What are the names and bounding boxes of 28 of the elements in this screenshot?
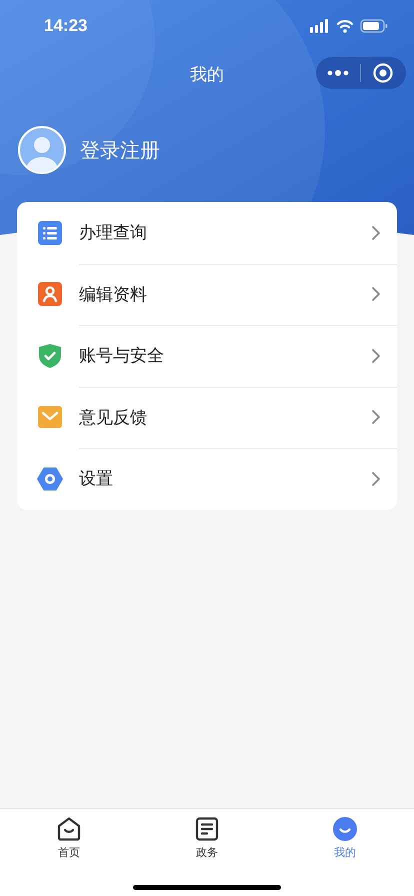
menu-item[interactable]: 设置 [17, 448, 397, 510]
chevron-right-icon [371, 224, 381, 241]
envelope-icon [38, 406, 62, 428]
signal-icon [310, 19, 330, 33]
tab[interactable]: 首页 [57, 817, 81, 860]
document-icon [195, 817, 219, 841]
tab[interactable]: 政务 [195, 817, 219, 860]
avatar-icon[interactable] [18, 126, 66, 174]
chevron-right-icon [371, 348, 381, 364]
status-time: 14:23 [44, 16, 88, 36]
list-icon [38, 220, 62, 245]
chevron-right-icon [371, 470, 381, 487]
page-title: 我的 [190, 64, 224, 86]
menu-item[interactable]: 账号与安全 [17, 325, 397, 386]
person-icon [38, 282, 62, 306]
login-link[interactable]: 登录注册 [80, 136, 160, 164]
menu-item[interactable]: 编辑资料 [17, 264, 397, 325]
tab[interactable]: 我的 [333, 817, 357, 860]
wifi-icon [336, 19, 354, 33]
chevron-right-icon [371, 286, 381, 302]
menu-item[interactable]: 办理查询 [17, 202, 397, 264]
smile-icon [333, 817, 357, 841]
shield-icon [38, 342, 62, 369]
chevron-right-icon [371, 409, 381, 426]
battery-icon [360, 19, 388, 33]
settings-icon [37, 466, 63, 491]
home-icon [57, 817, 81, 841]
menu-item[interactable]: 意见反馈 [17, 386, 397, 448]
